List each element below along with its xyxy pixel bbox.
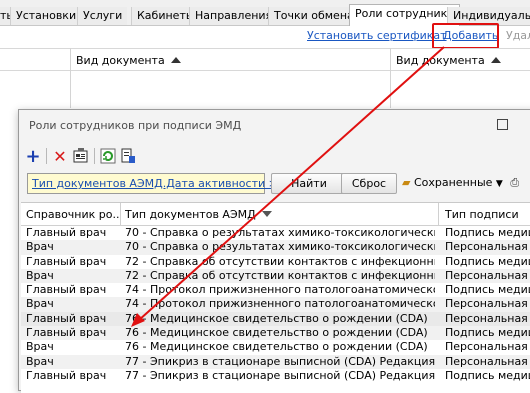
annotation-arrow [131, 46, 445, 327]
